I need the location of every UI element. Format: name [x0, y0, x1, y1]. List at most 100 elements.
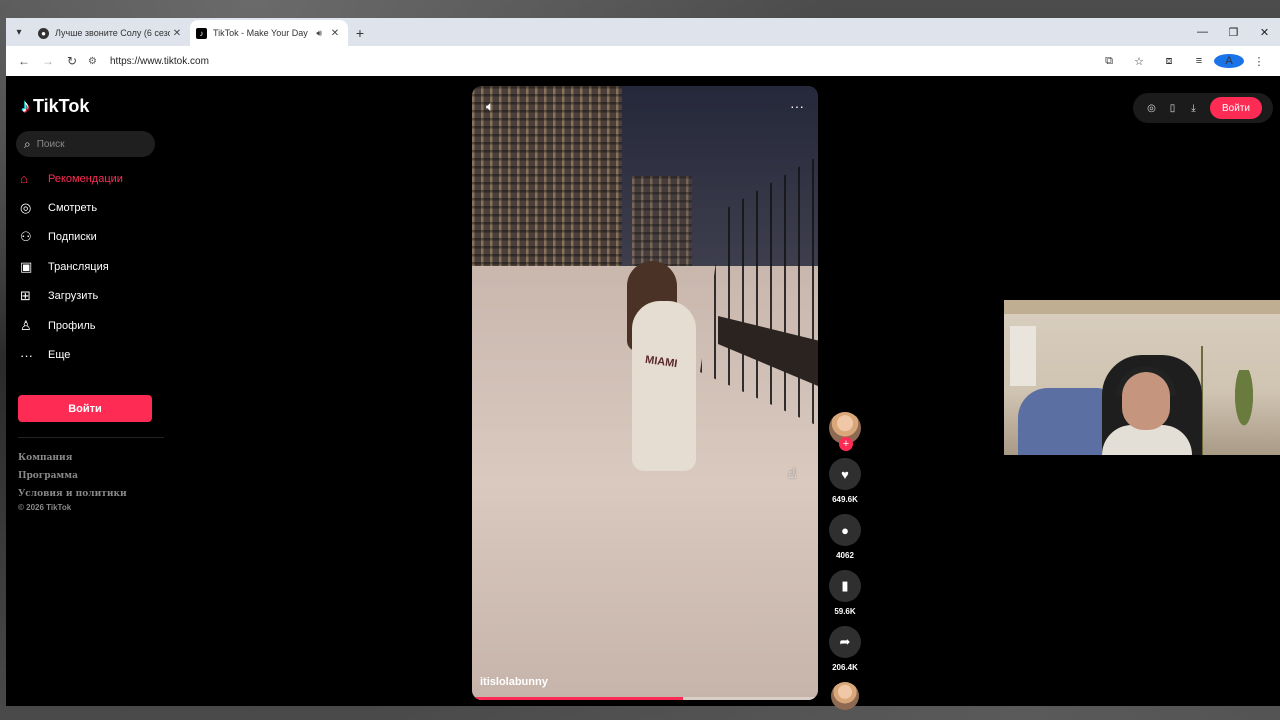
url-text: https://www.tiktok.com — [110, 55, 209, 67]
close-window-icon[interactable]: ✕ — [1249, 26, 1280, 39]
tab-inactive[interactable]: ● Лучше звоните Солу (6 сезон) ✕ — [32, 20, 190, 46]
video-building — [632, 176, 692, 266]
sidebar-menu: ⌂ Рекомендации ◎ Смотреть ⚇ Подписки ▣ Т… — [20, 164, 170, 370]
tab-search-icon[interactable]: ▾ — [6, 18, 32, 46]
like-count: 649.6K — [832, 495, 858, 504]
profile-icon: ♙ — [20, 317, 32, 333]
search-input[interactable]: ⌕ Поиск — [16, 131, 155, 157]
forward-icon[interactable]: → — [36, 54, 60, 68]
bookmark-icon: ▮ — [841, 578, 849, 593]
new-tab-button[interactable]: + — [348, 20, 372, 46]
globe-icon: ● — [38, 27, 49, 39]
sidebar-item-profile[interactable]: ♙ Профиль — [20, 311, 170, 340]
sidebar-footer: Компания Программа Условия и политики © … — [18, 449, 127, 515]
comment-icon: ● — [841, 522, 849, 538]
webcam-plant — [1226, 370, 1262, 455]
login-button-top[interactable]: Войти — [1210, 97, 1262, 119]
tiktok-page: ♪ TikTok ⌕ Поиск ⌂ Рекомендации ◎ Смотре… — [6, 76, 1280, 710]
sidebar-item-following[interactable]: ⚇ Подписки — [20, 223, 170, 252]
media-control-icon[interactable]: ≡ — [1184, 55, 1214, 67]
sidebar-item-label: Трансляция — [48, 260, 109, 273]
login-button[interactable]: Войти — [18, 395, 152, 422]
window-controls: — ❐ ✕ — [1187, 18, 1280, 46]
download-icon[interactable]: ⤓ — [1183, 103, 1204, 114]
sidebar-item-live[interactable]: ▣ Трансляция — [20, 252, 170, 281]
compass-icon: ◎ — [20, 200, 32, 216]
sidebar-item-label: Смотреть — [48, 202, 98, 215]
webcam-overlay — [1004, 300, 1280, 455]
save-button[interactable]: ▮ — [829, 570, 861, 602]
device-icon[interactable]: ▯ — [1162, 103, 1183, 114]
install-app-icon[interactable]: ⧉ — [1094, 55, 1124, 68]
tiktok-logo[interactable]: ♪ TikTok — [21, 96, 89, 117]
heart-icon: ♥ — [841, 466, 849, 482]
reload-icon[interactable]: ↻ — [60, 54, 84, 68]
copyright-text: © 2026 TikTok — [18, 503, 72, 512]
tiktok-note-icon: ♪ — [21, 96, 30, 116]
coins-icon[interactable]: ◎ — [1141, 103, 1162, 114]
address-bar[interactable]: ⚙︎ https://www.tiktok.com — [88, 49, 1094, 73]
browser-window: ▾ ● Лучше звоните Солу (6 сезон) ✕ ♪ Tik… — [6, 18, 1280, 710]
extensions-icon[interactable]: ⧈ — [1154, 55, 1184, 68]
tiktok-favicon-icon: ♪ — [196, 27, 207, 39]
logo-text: TikTok — [33, 96, 90, 116]
action-rail: + ♥ 649.6K ● 4062 ▮ 59.6K ➦ 206.4K — [826, 412, 864, 710]
tab-active[interactable]: ♪ TikTok - Make Your Day 🔊︎ ✕ — [190, 20, 348, 46]
creator-avatar[interactable]: + — [829, 412, 861, 451]
home-icon: ⌂ — [20, 171, 28, 187]
sidebar-item-more[interactable]: ··· Еще — [20, 340, 170, 369]
top-actions-bar: ◎ ▯ ⤓ Войти — [1133, 93, 1273, 123]
video-progress-fill — [472, 697, 684, 700]
browser-menu-icon[interactable]: ⋮ — [1244, 55, 1274, 68]
toolbar-right-icons: ⧉ ☆ ⧈ ≡ A ⋮ — [1094, 54, 1274, 68]
search-icon: ⌕ — [24, 136, 31, 151]
profile-avatar[interactable]: A — [1214, 54, 1244, 68]
share-count: 206.4K — [832, 663, 858, 672]
more-options-icon[interactable]: ··· — [790, 98, 804, 114]
close-tab-icon[interactable]: ✕ — [328, 28, 342, 39]
more-icon: ··· — [20, 347, 33, 363]
tab-title: TikTok - Make Your Day — [213, 28, 308, 38]
video-person — [632, 301, 696, 471]
search-placeholder: Поиск — [36, 138, 65, 150]
mouse-cursor-icon: ☝︎ — [788, 465, 797, 481]
live-icon: ▣ — [20, 258, 33, 274]
like-button[interactable]: ♥ — [829, 458, 861, 490]
comment-count: 4062 — [836, 551, 854, 560]
video-player[interactable]: MIAMI 🔈︎ ··· itislolabunny — [472, 86, 818, 700]
restore-icon[interactable]: ❐ — [1218, 26, 1249, 39]
follow-plus-icon[interactable]: + — [839, 437, 853, 451]
close-tab-icon[interactable]: ✕ — [170, 28, 184, 39]
sidebar-item-explore[interactable]: ◎ Смотреть — [20, 193, 170, 222]
sidebar-item-label: Профиль — [48, 319, 96, 332]
sidebar-item-label: Подписки — [48, 231, 97, 244]
sidebar-divider — [18, 437, 164, 438]
volume-icon[interactable]: 🔈︎ — [486, 98, 494, 115]
audio-playing-icon[interactable]: 🔊︎ — [316, 28, 322, 39]
back-icon[interactable]: ← — [12, 54, 36, 68]
sidebar-item-label: Еще — [48, 349, 71, 362]
comment-button[interactable]: ● — [829, 514, 861, 546]
webcam-blanket — [1018, 388, 1108, 455]
sidebar-item-label: Загрузить — [48, 290, 99, 303]
sidebar-item-recommendations[interactable]: ⌂ Рекомендации — [20, 164, 170, 193]
browser-toolbar: ← → ↻ ⚙︎ https://www.tiktok.com ⧉ ☆ ⧈ ≡ … — [6, 46, 1280, 76]
share-icon: ➦ — [839, 634, 851, 649]
save-count: 59.6K — [834, 607, 856, 616]
sound-avatar[interactable] — [831, 682, 859, 710]
webcam-shelf — [1004, 300, 1280, 314]
webcam-window — [1010, 326, 1036, 386]
footer-link-company[interactable]: Компания — [18, 449, 127, 467]
upload-icon: ⊞ — [20, 288, 31, 304]
video-top-controls: 🔈︎ ··· — [472, 86, 818, 126]
video-author[interactable]: itislolabunny — [480, 676, 548, 688]
bookmark-star-icon[interactable]: ☆ — [1124, 55, 1154, 68]
tab-title: Лучше звоните Солу (6 сезон) — [55, 28, 170, 38]
following-icon: ⚇ — [20, 229, 32, 245]
site-info-icon[interactable]: ⚙︎ — [88, 56, 106, 67]
footer-link-program[interactable]: Программа — [18, 467, 127, 485]
share-button[interactable]: ➦ — [829, 626, 861, 658]
sidebar-item-upload[interactable]: ⊞ Загрузить — [20, 282, 170, 311]
minimize-icon[interactable]: — — [1187, 26, 1218, 38]
sidebar-item-label: Рекомендации — [48, 172, 123, 185]
